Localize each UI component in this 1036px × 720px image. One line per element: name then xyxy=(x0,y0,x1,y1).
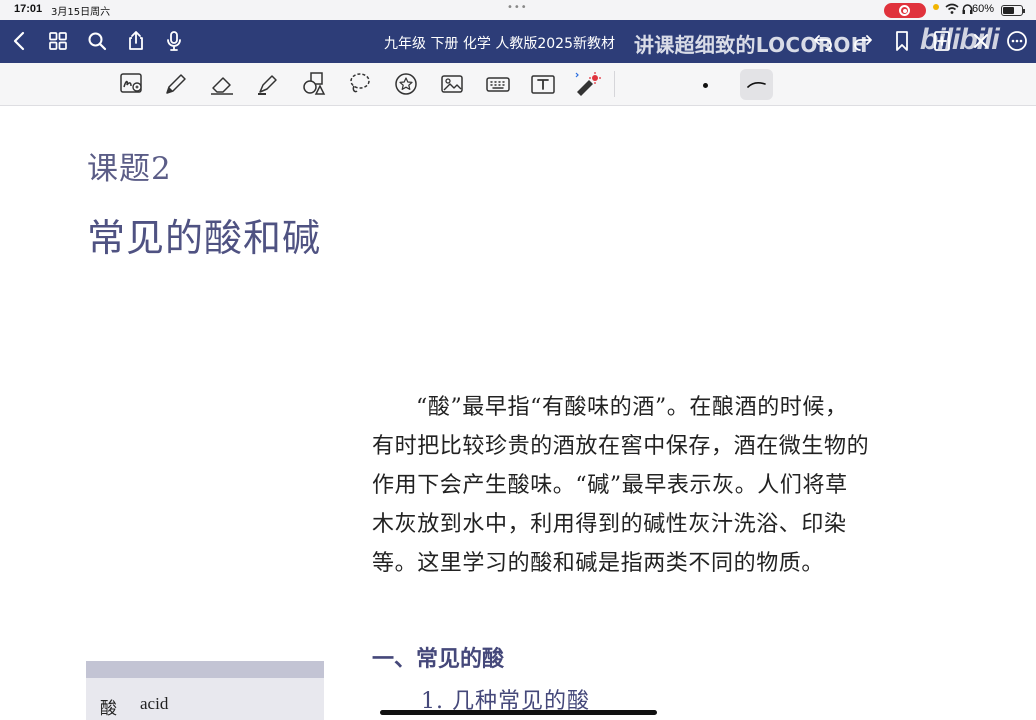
toolbar-divider xyxy=(614,71,615,97)
glossary-term-chinese: 酸 xyxy=(100,699,117,719)
status-time: 17:01 xyxy=(14,3,43,15)
tools-toolbar xyxy=(0,63,1036,106)
watermark-text: 讲课超细致的LOCOROH xyxy=(634,33,868,57)
shapes-icon[interactable] xyxy=(300,70,328,98)
textbook-page[interactable]: 课题2 常见的酸和碱 “酸”最早指“有酸味的酒”。在酿酒的时候， 有时把比较珍贵… xyxy=(0,107,1036,720)
back-icon[interactable] xyxy=(7,28,33,54)
glossary-term-english: acid xyxy=(140,694,169,713)
stroke-width-dot-icon[interactable] xyxy=(703,83,708,88)
glossary-band xyxy=(86,661,324,678)
more-icon[interactable] xyxy=(1004,28,1030,54)
intro-line: 有时把比较珍贵的酒放在窖中保存，酒在微生物的 xyxy=(372,434,870,459)
screen-recording-indicator[interactable] xyxy=(884,3,926,18)
status-bar: 17:01 3月15日周六 ••• 60% xyxy=(0,0,1036,20)
battery-icon xyxy=(1001,5,1025,16)
search-icon[interactable] xyxy=(84,28,110,54)
battery-fill xyxy=(1003,7,1014,14)
multitasking-dots-icon[interactable]: ••• xyxy=(507,2,528,13)
keyboard-icon[interactable] xyxy=(484,70,512,98)
intro-line: 作用下会产生酸味。“碱”最早表示灰。人们将草 xyxy=(372,473,848,498)
intro-line: “酸”最早指“有酸味的酒”。在酿酒的时候， xyxy=(416,395,848,420)
glossary-sidebar: 酸 acid xyxy=(86,661,324,720)
lesson-number: 课题2 xyxy=(87,151,172,187)
image-icon[interactable] xyxy=(438,70,466,98)
bilibili-logo: bilibili xyxy=(920,23,1000,56)
share-icon[interactable] xyxy=(123,28,149,54)
grid-icon[interactable] xyxy=(45,28,71,54)
text-box-icon[interactable] xyxy=(529,70,557,98)
handwritten-underline xyxy=(380,710,657,715)
navigation-bar: 九年级 下册 化学 人教版2025新教材 讲课超细致的LOCOROH bilib… xyxy=(0,20,1036,63)
document-title[interactable]: 九年级 下册 化学 人教版2025新教材 xyxy=(384,33,615,53)
bookmark-icon[interactable] xyxy=(889,28,915,54)
handwriting-to-text-icon[interactable] xyxy=(118,70,146,98)
highlighter-icon[interactable] xyxy=(254,70,282,98)
lasso-icon[interactable] xyxy=(346,70,374,98)
status-date: 3月15日周六 xyxy=(51,7,111,18)
intro-paragraph: “酸”最早指“有酸味的酒”。在酿酒的时候， 有时把比较珍贵的酒放在窖中保存，酒在… xyxy=(372,388,912,583)
eraser-icon[interactable] xyxy=(208,70,236,98)
wifi-icon xyxy=(944,3,959,14)
sticker-icon[interactable] xyxy=(392,70,420,98)
status-icons xyxy=(931,2,973,15)
pen-icon[interactable] xyxy=(162,70,190,98)
lesson-title: 常见的酸和碱 xyxy=(87,216,322,260)
microphone-icon[interactable] xyxy=(161,28,187,54)
intro-line: 木灰放到水中，利用得到的碱性灰汁洗浴、印染 xyxy=(372,512,847,537)
location-icon xyxy=(933,4,939,10)
section-heading: 一、常见的酸 xyxy=(372,647,505,672)
stroke-style-selected[interactable] xyxy=(740,69,773,100)
battery-percent: 60% xyxy=(972,3,995,15)
intro-line: 等。这里学习的酸和碱是指两类不同的物质。 xyxy=(372,551,825,576)
record-icon xyxy=(899,5,910,16)
laser-pointer-icon[interactable] xyxy=(574,70,602,98)
